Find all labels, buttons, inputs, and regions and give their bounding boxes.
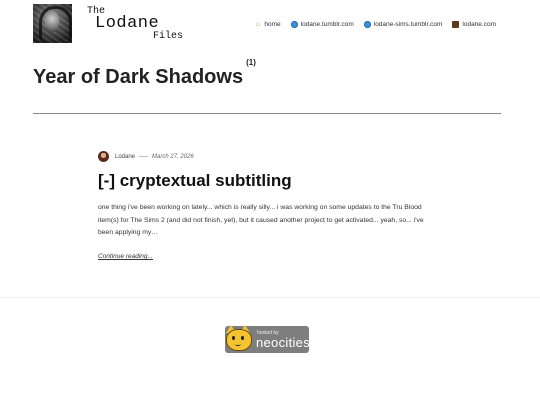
nav-sims-tumblr-link[interactable]: lodane-sims.tumblr.com [363, 20, 443, 28]
site-title-line-2: Lodane [95, 14, 160, 33]
neocities-badge[interactable]: hosted by neocities [223, 324, 311, 354]
post-meta: Lodane March 27, 2026 [98, 151, 194, 162]
nav-home-label: home [264, 20, 281, 28]
meta-separator [139, 156, 149, 157]
nav-tumblr-link[interactable]: lodane.tumblr.com [290, 20, 354, 28]
post-author[interactable]: Lodane [115, 154, 135, 160]
neocities-cat-icon [223, 324, 255, 354]
header-divider [33, 113, 501, 114]
globe-icon [290, 20, 298, 28]
post-count: (1) [246, 58, 256, 68]
top-nav: ⌂ home lodane.tumblr.com lodane-sims.tum… [254, 20, 496, 28]
nav-lodane-com-link[interactable]: lodane.com [452, 20, 496, 28]
globe-icon [363, 20, 371, 28]
author-avatar[interactable] [98, 151, 109, 162]
nav-home-link[interactable]: ⌂ home [254, 20, 281, 28]
page-title-text: Year of Dark Shadows [33, 66, 244, 88]
badge-neocities: neocities [256, 335, 311, 350]
logo-face-shape [45, 10, 59, 32]
post-date[interactable]: March 27, 2026 [152, 154, 194, 160]
briefcase-icon [452, 21, 460, 28]
nav-lodane-com-label: lodane.com [462, 20, 496, 28]
post-excerpt: one thing i've been working on lately...… [98, 204, 424, 236]
footer-divider [0, 297, 540, 298]
nav-tumblr-label: lodane.tumblr.com [300, 20, 354, 28]
continue-reading-link[interactable]: Continue reading... [98, 253, 153, 260]
nav-sims-tumblr-label: lodane-sims.tumblr.com [373, 20, 443, 28]
post-title[interactable]: [-] cryptextual subtitling [98, 171, 292, 191]
site-title-line-3: Files [153, 31, 184, 42]
site-logo-image[interactable] [33, 4, 72, 43]
page-title: Year of Dark Shadows(1) [33, 58, 256, 89]
home-icon: ⌂ [255, 20, 260, 28]
